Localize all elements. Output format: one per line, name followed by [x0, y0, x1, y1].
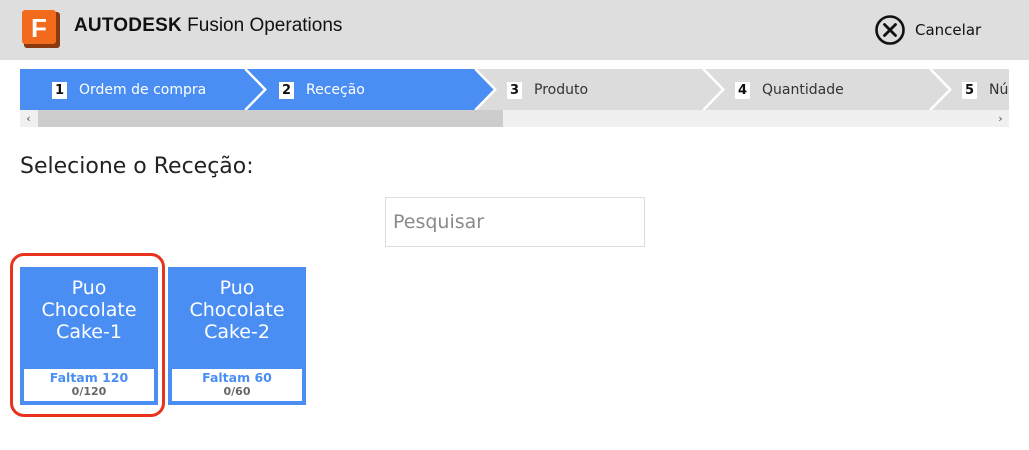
step-1-number: 1 — [52, 81, 67, 99]
card-remaining: Faltam 120 — [49, 370, 129, 385]
fusion-logo-icon: F — [20, 8, 64, 52]
card-footer: Faltam 60 0/60 — [172, 369, 302, 401]
product-name: Fusion Operations — [187, 15, 343, 36]
step-3-label: Produto — [534, 82, 589, 98]
card-footer: Faltam 120 0/120 — [24, 369, 154, 401]
app-header: F AUTODESK Fusion Operations Cancelar — [0, 0, 1029, 60]
step-3[interactable]: 3 Produto — [507, 80, 588, 100]
card-title-line: Chocolate — [189, 299, 285, 321]
card-title-line: Cake-2 — [204, 321, 270, 343]
step-4-label: Quantidade — [762, 82, 844, 98]
card-title-line: Puo — [219, 277, 255, 299]
step-5-label: Nú — [989, 82, 1009, 98]
step-4-number: 4 — [735, 81, 750, 99]
wizard-steps: 1 Ordem de compra 2 Receção 3 Produto 4 … — [20, 69, 1009, 127]
reception-card[interactable]: Puo Chocolate Cake-2 Faltam 60 0/60 — [168, 267, 306, 405]
step-4[interactable]: 4 Quantidade — [735, 80, 844, 100]
cancel-label[interactable]: Cancelar — [915, 21, 981, 39]
step-1-label: Ordem de compra — [79, 82, 207, 98]
scroll-left-arrow-icon[interactable]: ‹ — [20, 110, 37, 127]
steps-scrollbar[interactable]: ‹ › — [20, 110, 1009, 127]
logo-letter: F — [31, 13, 47, 43]
brand-name: AUTODESK — [74, 15, 182, 36]
app-title: AUTODESK Fusion Operations — [74, 15, 342, 37]
step-5-number: 5 — [962, 81, 977, 99]
step-1[interactable]: 1 Ordem de compra — [52, 80, 206, 100]
card-title: Puo Chocolate Cake-1 — [20, 277, 158, 343]
card-progress: 0/120 — [71, 385, 107, 398]
cancel-button[interactable]: Cancelar — [874, 14, 981, 46]
card-title-line: Puo — [71, 277, 107, 299]
card-title-line: Chocolate — [41, 299, 137, 321]
close-circle-icon[interactable] — [874, 14, 906, 46]
reception-card[interactable]: Puo Chocolate Cake-1 Faltam 120 0/120 — [20, 267, 158, 405]
scroll-right-arrow-icon[interactable]: › — [992, 110, 1009, 127]
card-title-line: Cake-1 — [56, 321, 122, 343]
scrollbar-thumb[interactable] — [38, 110, 503, 127]
search-input[interactable] — [385, 197, 645, 247]
step-3-number: 3 — [507, 81, 522, 99]
step-2-label: Receção — [306, 82, 365, 98]
card-title: Puo Chocolate Cake-2 — [168, 277, 306, 343]
step-2[interactable]: 2 Receção — [279, 80, 365, 100]
step-2-number: 2 — [279, 81, 294, 99]
step-5[interactable]: 5 Nú — [962, 80, 1008, 100]
page-title: Selecione o Receção: — [20, 154, 254, 179]
card-remaining: Faltam 60 — [202, 370, 272, 385]
card-progress: 0/60 — [223, 385, 251, 398]
